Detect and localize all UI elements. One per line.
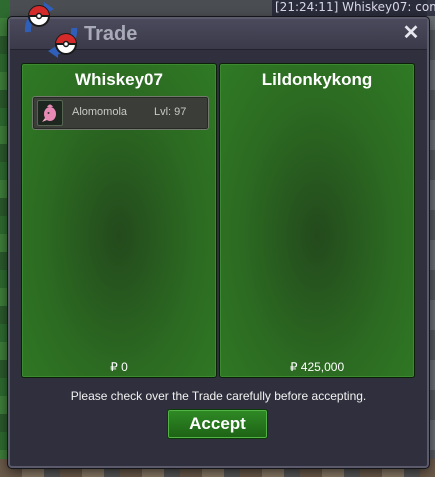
chat-message: [21:24:11] Whiskey07: com: [272, 0, 435, 16]
close-button[interactable]: ✕: [401, 23, 421, 43]
my-offer-panel: Whiskey07 Alomomola Lvl: 97 ₽ 0: [21, 63, 217, 378]
window-title: Trade: [84, 23, 138, 45]
pokemon-alomomola-icon: [37, 100, 63, 126]
money-offer-left: ₽ 0: [110, 360, 128, 374]
accept-button[interactable]: Accept: [167, 409, 268, 439]
money-offer-right: ₽ 425,000: [289, 360, 345, 374]
player-name-right: Lildonkykong: [261, 70, 373, 89]
item-level: Lvl: 97: [154, 106, 187, 118]
trade-window: Trade ✕ Whiskey07 Alomomola Lvl: 97 ₽ 0 …: [8, 2, 429, 468]
trade-notice: Please check over the Trade carefully be…: [70, 389, 367, 403]
offer-item-row[interactable]: Alomomola Lvl: 97: [32, 96, 209, 130]
partner-offer-panel: Lildonkykong ₽ 425,000: [219, 63, 415, 378]
item-name: Alomomola: [72, 106, 128, 118]
pokeball-trade-logo-icon: [24, 2, 78, 58]
player-name-left: Whiskey07: [75, 70, 163, 89]
